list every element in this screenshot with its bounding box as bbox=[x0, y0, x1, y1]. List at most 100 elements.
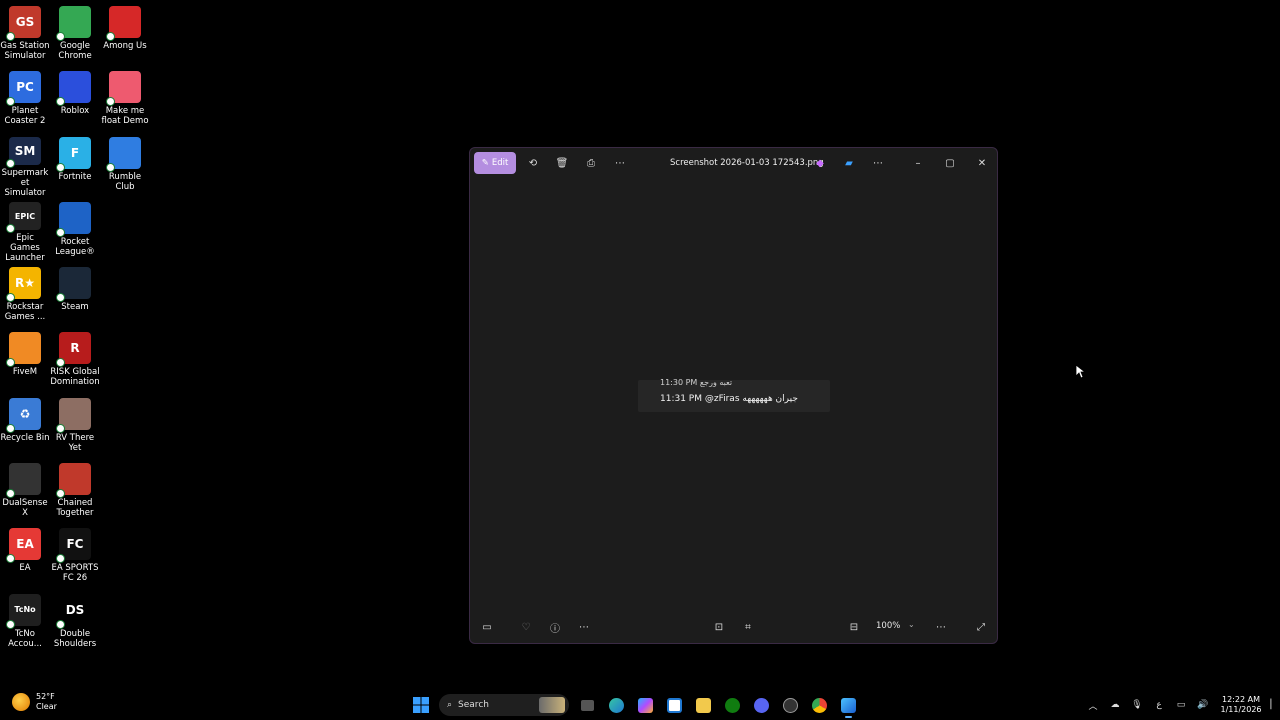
maximize-icon[interactable]: ▢ bbox=[943, 156, 957, 170]
desktop-icon[interactable]: F Fortnite bbox=[50, 133, 100, 198]
search-highlight-icon bbox=[539, 697, 565, 713]
desktop-icon[interactable]: Google Chrome bbox=[50, 2, 100, 67]
sync-check-icon bbox=[106, 32, 115, 41]
delete-icon[interactable]: 🗑 bbox=[555, 156, 569, 170]
desktop-icon-label: Steam bbox=[61, 302, 89, 313]
taskbar-search[interactable]: ⌕ Search bbox=[439, 694, 569, 716]
desktop-icon[interactable]: FiveM bbox=[0, 328, 50, 393]
microphone-icon[interactable]: 🎙 bbox=[1126, 690, 1148, 720]
paint-icon[interactable]: ▰ bbox=[842, 156, 856, 170]
fullscreen-icon[interactable]: ⤢ bbox=[974, 620, 988, 634]
taskbar: 52°F Clear ⌕ Search ︿ ☁ 🎙 ع ▭ 🔊 12:22 AM… bbox=[0, 690, 1280, 720]
chevron-down-icon[interactable]: ⌄ bbox=[908, 620, 915, 629]
start-button[interactable] bbox=[406, 692, 435, 718]
system-tray: ︿ ☁ 🎙 ع ▭ 🔊 12:22 AM 1/11/2026 ▏ bbox=[1082, 690, 1280, 720]
onedrive-icon[interactable]: ☁ bbox=[1104, 690, 1126, 720]
desktop-icon[interactable]: ♻ Recycle Bin bbox=[0, 394, 50, 459]
photos-window[interactable]: ✎ Edit ⟲ 🗑 ⎙ ⋯ Screenshot 2026-01-03 172… bbox=[469, 147, 998, 644]
sync-check-icon bbox=[56, 97, 65, 107]
desktop-icon[interactable]: EPIC Epic Games Launcher bbox=[0, 198, 50, 263]
desktop-icon-label: Recycle Bin bbox=[0, 432, 50, 443]
desktop-icon[interactable]: Roblox bbox=[50, 67, 100, 132]
desktop-empty-slot bbox=[100, 328, 150, 393]
taskbar-store[interactable] bbox=[660, 692, 689, 718]
steam-icon bbox=[56, 267, 91, 303]
notification-icon[interactable]: ▏ bbox=[1268, 690, 1280, 720]
rotate-icon[interactable]: ⟲ bbox=[526, 156, 540, 170]
search-icon: ⌕ bbox=[447, 700, 453, 710]
settings-icon bbox=[783, 697, 798, 713]
tcno-icon: TcNo bbox=[6, 593, 41, 629]
volume-icon[interactable]: 🔊 bbox=[1192, 690, 1214, 720]
sync-check-icon bbox=[56, 423, 65, 433]
close-icon[interactable]: ✕ bbox=[975, 156, 989, 170]
risk-icon: R bbox=[56, 332, 91, 368]
zoom-level[interactable]: 100% bbox=[876, 621, 900, 631]
network-icon[interactable]: ▭ bbox=[1170, 690, 1192, 720]
xbox-icon bbox=[725, 697, 740, 713]
chevron-up-icon[interactable]: ︿ bbox=[1082, 690, 1104, 720]
more-options-icon[interactable]: ⋯ bbox=[613, 156, 627, 170]
edit-icon: ✎ bbox=[481, 158, 489, 168]
desktop-icon[interactable]: Make me float Demo bbox=[100, 67, 150, 132]
desktop-icon[interactable]: Among Us bbox=[100, 2, 150, 67]
image-viewer[interactable]: 11:30 PM تعبه ورجع 11:31 PM @zFiras جيرا… bbox=[470, 180, 997, 611]
print-icon[interactable]: ⎙ bbox=[584, 156, 598, 170]
desktop-icon[interactable]: R RISK Global Domination bbox=[50, 328, 100, 393]
desktop-icon-label: Rumble Club bbox=[108, 171, 142, 192]
info-icon[interactable]: ⓘ bbox=[548, 620, 562, 635]
discord-icon bbox=[754, 697, 769, 713]
minimize-icon[interactable]: – bbox=[911, 156, 925, 170]
more-options-icon[interactable]: ⋯ bbox=[934, 620, 948, 634]
desktop-icon[interactable]: DualSenseX bbox=[0, 459, 50, 524]
epic-games-icon: EPIC bbox=[6, 201, 41, 234]
desktop-icon[interactable]: Chained Together bbox=[50, 459, 100, 524]
desktop-icon[interactable]: PC Planet Coaster 2 bbox=[0, 67, 50, 132]
favorite-icon[interactable]: ♡ bbox=[519, 620, 533, 634]
more-apps-icon[interactable]: ⋯ bbox=[871, 156, 885, 170]
taskbar-file-explorer[interactable] bbox=[689, 692, 718, 718]
desktop-icon-grid: GS Gas Station Simulator Google Chrome Amon… bbox=[0, 2, 150, 655]
taskbar-edge[interactable] bbox=[602, 692, 631, 718]
desktop-icon[interactable]: FC EA SPORTS FC 26 bbox=[50, 524, 100, 589]
task-view-button[interactable] bbox=[573, 692, 602, 718]
taskbar-discord[interactable] bbox=[747, 692, 776, 718]
text-scan-icon[interactable]: ⌗ bbox=[741, 620, 755, 634]
taskbar-copilot[interactable] bbox=[631, 692, 660, 718]
desktop-icon[interactable]: DS Double Shoulders bbox=[50, 590, 100, 655]
desktop-icon[interactable]: GS Gas Station Simulator bbox=[0, 2, 50, 67]
folder-icon bbox=[696, 697, 711, 713]
taskbar-chrome[interactable] bbox=[805, 692, 834, 718]
more-options-icon[interactable]: ⋯ bbox=[577, 620, 591, 634]
desktop-icon[interactable]: Rumble Club bbox=[100, 133, 150, 198]
desktop-empty-slot bbox=[100, 459, 150, 524]
desktop-icon-label: Epic Games Launcher bbox=[5, 233, 45, 264]
weather-widget[interactable]: 52°F Clear bbox=[12, 692, 57, 712]
recycle-bin-icon: ♻ bbox=[6, 397, 41, 433]
image-text-line-2: 11:31 PM @zFiras جيران ههههههه bbox=[660, 394, 798, 404]
taskbar-xbox[interactable] bbox=[718, 692, 747, 718]
ea-fc-icon: FC bbox=[56, 528, 91, 564]
taskbar-app-gear[interactable] bbox=[776, 692, 805, 718]
desktop-icon[interactable]: SM Supermarket Simulator bbox=[0, 133, 50, 198]
fit-window-icon[interactable]: ⊟ bbox=[847, 620, 861, 634]
chrome-icon bbox=[812, 697, 827, 713]
desktop-icon[interactable]: RV There Yet bbox=[50, 394, 100, 459]
weather-icon bbox=[12, 693, 30, 711]
taskbar-clock[interactable]: 12:22 AM 1/11/2026 bbox=[1214, 695, 1268, 715]
visual-search-icon[interactable]: ⊡ bbox=[712, 620, 726, 634]
desktop-icon[interactable]: EA EA bbox=[0, 524, 50, 589]
desktop-icon[interactable]: TcNo TcNo Accou... bbox=[0, 590, 50, 655]
copilot-icon[interactable]: ◆ bbox=[813, 156, 827, 170]
desktop-icon[interactable]: R★ Rockstar Games ... bbox=[0, 263, 50, 328]
taskbar-photos[interactable] bbox=[834, 692, 863, 718]
weather-desc: Clear bbox=[36, 702, 57, 711]
sync-check-icon bbox=[56, 619, 65, 629]
desktop-icon[interactable]: Steam bbox=[50, 263, 100, 328]
desktop-icon[interactable]: Rocket League® bbox=[50, 198, 100, 263]
desktop-icon-label: Planet Coaster 2 bbox=[4, 106, 46, 127]
language-indicator[interactable]: ع bbox=[1148, 690, 1170, 720]
filmstrip-icon[interactable]: ▭ bbox=[480, 620, 494, 634]
desktop-empty-slot bbox=[100, 198, 150, 263]
edit-button[interactable]: ✎ Edit bbox=[474, 152, 516, 174]
